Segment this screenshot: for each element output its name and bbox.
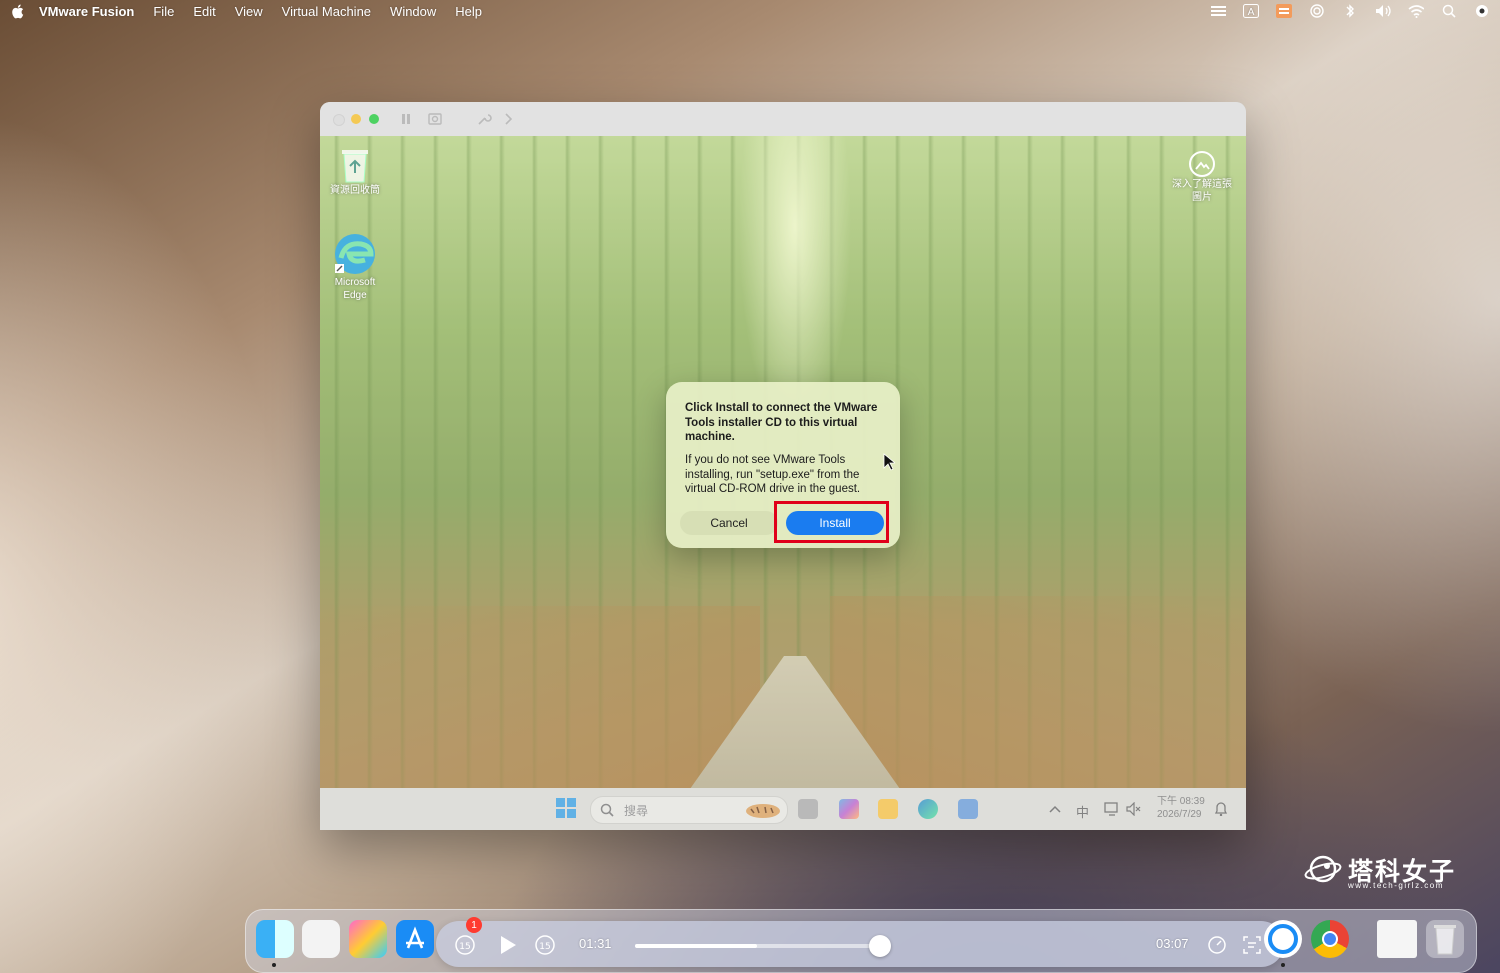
media-controls-overlay: 15 15 01:31 03:07 — [436, 921, 1284, 967]
watermark: 塔科女子 www.tech-girlz.com — [1303, 852, 1454, 891]
skip-back-label: 15 — [459, 942, 470, 952]
recycle-bin-icon — [342, 150, 368, 183]
dock-apps-grid-icon[interactable] — [349, 920, 387, 958]
play-button[interactable] — [496, 933, 520, 957]
dock-launchpad-icon[interactable] — [302, 920, 340, 958]
running-indicator — [272, 963, 276, 967]
notification-bell-icon[interactable] — [1214, 800, 1228, 819]
dock-finder-icon[interactable] — [256, 920, 294, 958]
desktop-icon-learn-more[interactable]: 深入了解這張圖片 — [1166, 150, 1238, 204]
spotlight-search-icon[interactable] — [1441, 3, 1457, 19]
bluetooth-icon[interactable] — [1342, 3, 1358, 19]
progress-track[interactable] — [635, 944, 883, 948]
file-explorer-icon[interactable] — [878, 799, 898, 819]
compass-icon — [1268, 924, 1298, 954]
skip-forward-15-button[interactable]: 15 — [533, 933, 557, 957]
clock-time: 下午 08:39 — [1157, 796, 1205, 807]
mouse-cursor-icon — [883, 453, 895, 471]
watermark-subtitle: www.tech-girlz.com — [1348, 881, 1444, 890]
edge-icon — [335, 234, 375, 274]
close-window-button[interactable] — [333, 114, 345, 126]
ime-indicator[interactable]: 中 — [1076, 802, 1089, 821]
menu-file[interactable]: File — [153, 4, 174, 19]
taskbar-search-placeholder: 搜尋 — [624, 803, 649, 818]
menu-edit[interactable]: Edit — [193, 4, 215, 19]
search-icon — [600, 803, 614, 817]
wallpaper-grass-left — [320, 606, 760, 788]
volume-muted-icon[interactable] — [1126, 801, 1142, 819]
dock-chrome-icon[interactable] — [1311, 920, 1349, 958]
copilot-icon[interactable] — [839, 799, 859, 819]
total-time: 03:07 — [1156, 936, 1189, 951]
tiger-icon — [746, 804, 780, 818]
edge-taskbar-icon[interactable] — [918, 799, 938, 819]
clock-date: 2026/7/29 — [1157, 809, 1202, 820]
apple-menu-icon[interactable] — [10, 3, 24, 19]
desktop-icon-label: Microsoft Edge — [334, 277, 376, 301]
wifi-icon[interactable] — [1408, 3, 1424, 19]
pause-icon[interactable] — [398, 111, 414, 127]
menu-help[interactable]: Help — [455, 4, 482, 19]
progress-fill — [635, 944, 757, 948]
dock-app-store-icon[interactable] — [396, 920, 434, 958]
desktop-icon-edge[interactable]: Microsoft Edge — [326, 232, 384, 302]
desktop-icon-label: 資源回收筒 — [330, 185, 380, 196]
chevron-up-icon[interactable] — [1049, 802, 1061, 817]
notification-badge: 1 — [466, 917, 482, 933]
trash-icon — [1434, 925, 1456, 955]
svg-text:A: A — [1248, 7, 1255, 18]
running-indicator — [1281, 963, 1285, 967]
status-menus: A — [1210, 0, 1490, 22]
dialog-title: Click Install to connect the VMware Tool… — [685, 402, 878, 443]
cancel-button[interactable]: Cancel — [680, 511, 778, 535]
dialog-message: If you do not see VMware Tools installin… — [685, 454, 861, 495]
chevron-right-icon[interactable] — [500, 111, 516, 127]
skip-back-15-button[interactable]: 15 — [453, 933, 477, 957]
control-strip-icon[interactable] — [1210, 3, 1226, 19]
taskbar-clock[interactable]: 下午 08:39 2026/7/29 — [1157, 795, 1205, 821]
skip-forward-label: 15 — [539, 942, 550, 952]
menu-bar: VMware Fusion File Edit View Virtual Mac… — [0, 0, 1500, 22]
snapshot-icon[interactable] — [427, 111, 443, 127]
keyboard-layout-icon[interactable] — [1276, 3, 1292, 19]
network-icon[interactable] — [1104, 802, 1120, 819]
live-text-icon[interactable] — [1240, 933, 1264, 957]
windows-taskbar: 搜尋 中 下午 08:39 2026/7/29 — [320, 788, 1246, 830]
task-view-icon[interactable] — [798, 799, 818, 819]
menu-view[interactable]: View — [235, 4, 263, 19]
volume-icon[interactable] — [1375, 3, 1391, 19]
store-icon[interactable] — [958, 799, 978, 819]
app-store-icon — [406, 926, 424, 949]
dock-trash-icon[interactable] — [1426, 920, 1464, 958]
dock-document-icon[interactable] — [1377, 920, 1417, 958]
maximize-window-button[interactable] — [369, 114, 379, 124]
airdrop-icon[interactable] — [1309, 3, 1325, 19]
camera-icon — [1189, 151, 1215, 177]
current-time: 01:31 — [579, 936, 612, 951]
control-center-icon[interactable] — [1474, 3, 1490, 19]
windows-start-icon[interactable] — [556, 798, 576, 818]
menu-window[interactable]: Window — [390, 4, 436, 19]
astronaut-logo-icon — [1304, 855, 1342, 883]
desktop-icon-label: 深入了解這張圖片 — [1172, 179, 1232, 203]
menu-virtual-machine[interactable]: Virtual Machine — [282, 4, 371, 19]
taskbar-search-box[interactable]: 搜尋 — [590, 796, 788, 824]
chrome-icon — [1322, 931, 1338, 947]
input-source-icon[interactable]: A — [1243, 3, 1259, 19]
playback-speed-icon[interactable] — [1205, 933, 1229, 957]
highlight-box — [774, 501, 889, 543]
progress-knob[interactable] — [869, 935, 891, 957]
window-titlebar — [320, 102, 1246, 136]
wallpaper-grass-right — [830, 596, 1246, 788]
settings-wrench-icon[interactable] — [476, 111, 492, 127]
desktop-icon-recycle-bin[interactable]: 資源回收筒 — [326, 146, 384, 197]
minimize-window-button[interactable] — [351, 114, 361, 124]
dock-browser-icon[interactable] — [1264, 920, 1302, 958]
menu-app-name[interactable]: VMware Fusion — [39, 4, 134, 19]
